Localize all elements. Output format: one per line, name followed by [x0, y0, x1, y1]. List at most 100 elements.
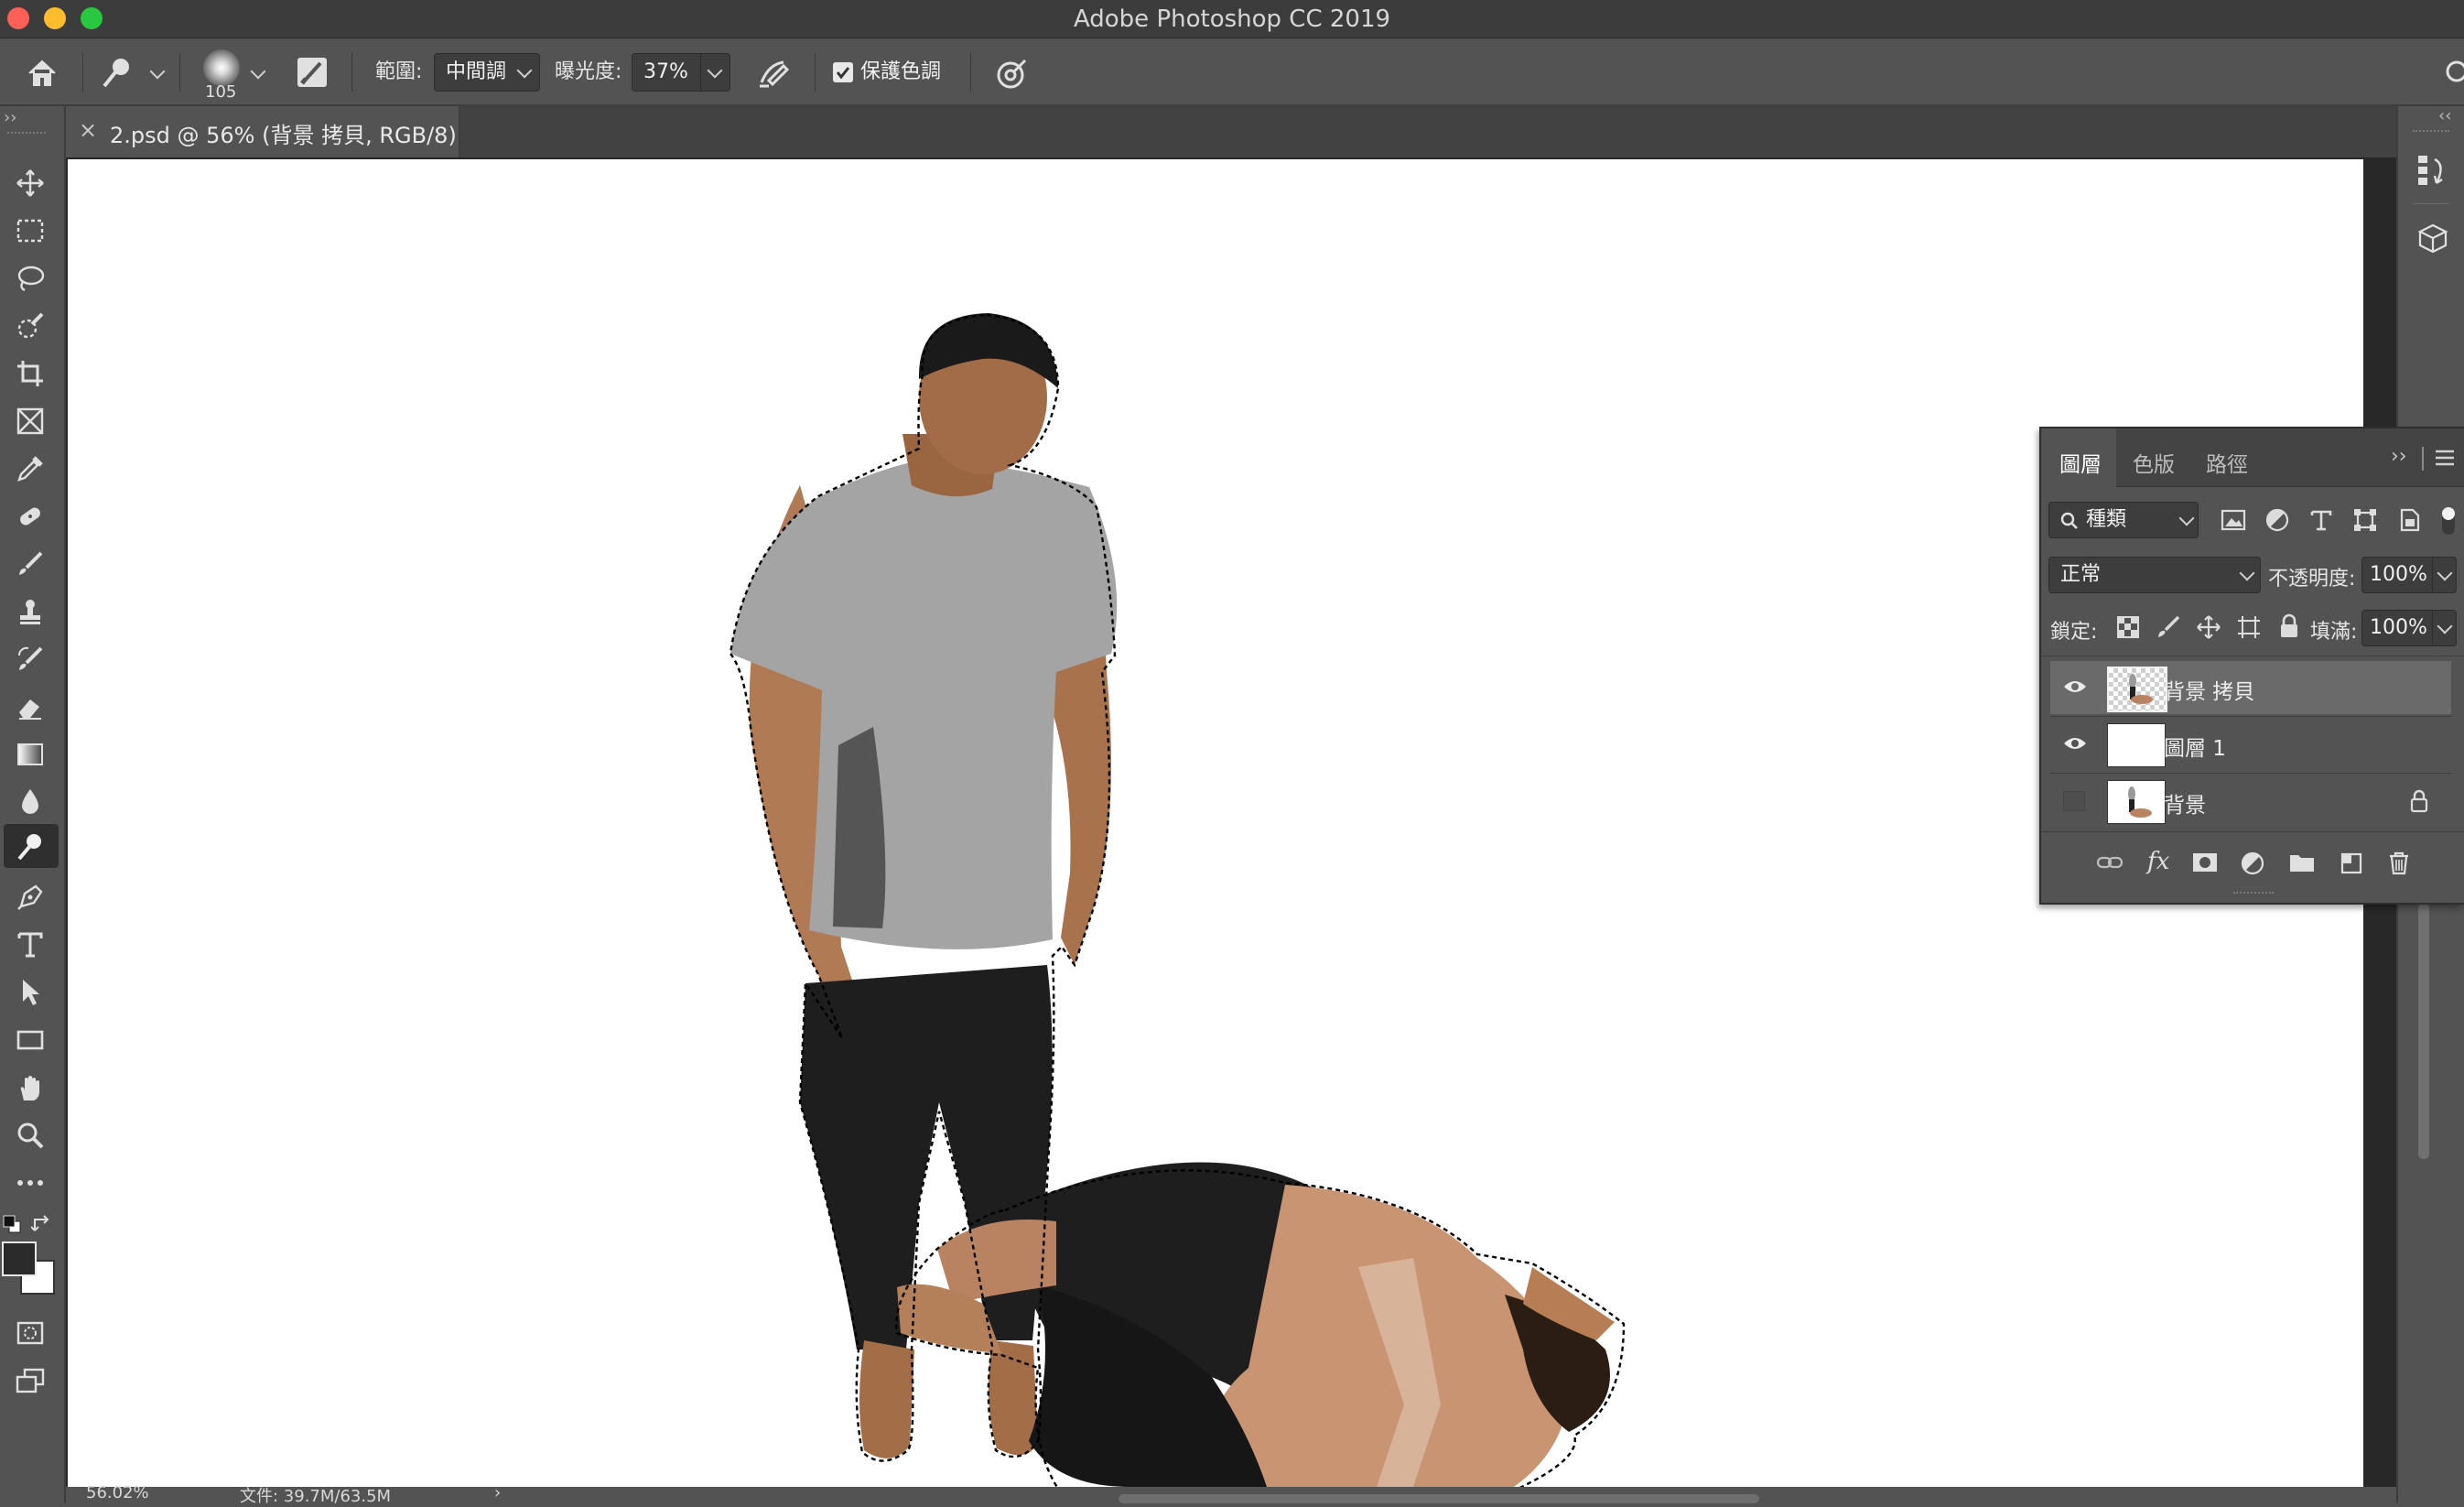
- layer-row-background-copy[interactable]: 背景 拷貝: [2050, 661, 2451, 714]
- exposure-input[interactable]: 37%: [632, 53, 730, 92]
- history-panel-icon[interactable]: [2416, 152, 2449, 189]
- tool-preset-chevron-icon[interactable]: [149, 63, 166, 80]
- layer-name[interactable]: 圖層 1: [2164, 731, 2226, 762]
- status-bar: 56.02% 文件: 39.7M/63.5M ›: [66, 1483, 2396, 1506]
- delete-layer-trash-icon[interactable]: [2387, 851, 2411, 879]
- layer-name[interactable]: 背景 拷貝: [2164, 674, 2254, 705]
- link-layers-icon[interactable]: [2096, 851, 2124, 877]
- new-group-folder-icon[interactable]: [2288, 851, 2316, 877]
- document-tab[interactable]: × 2.psd @ 56% (背景 拷貝, RGB/8): [66, 106, 459, 157]
- airbrush-icon[interactable]: [756, 55, 793, 92]
- swap-colors-icon[interactable]: [30, 1214, 53, 1236]
- quick-mask-icon[interactable]: [7, 1313, 53, 1353]
- toolbar-grip[interactable]: [7, 132, 46, 136]
- search-icon[interactable]: [2440, 57, 2464, 90]
- range-select[interactable]: 中間調: [434, 53, 540, 92]
- layer-row-background[interactable]: 背景: [2050, 775, 2451, 828]
- crop-tool-icon[interactable]: [7, 353, 53, 394]
- status-menu-arrow[interactable]: ›: [494, 1483, 501, 1502]
- eraser-tool-icon[interactable]: [7, 687, 53, 727]
- range-chevron-icon: [516, 62, 533, 79]
- lock-transparent-pixels-icon[interactable]: [2116, 615, 2140, 643]
- move-tool-icon[interactable]: [7, 163, 53, 203]
- panel-menu-icon[interactable]: [2435, 449, 2455, 467]
- tab-paths[interactable]: 路徑: [2206, 447, 2248, 478]
- blur-tool-icon[interactable]: [7, 782, 53, 822]
- brush-preview-icon[interactable]: [203, 49, 240, 86]
- filter-type-layers-icon[interactable]: [2308, 507, 2334, 537]
- tab-layers-label: 圖層: [2059, 453, 2102, 477]
- fill-input[interactable]: 100%: [2361, 610, 2457, 646]
- tab-channels[interactable]: 色版: [2133, 447, 2175, 478]
- lock-position-icon[interactable]: [2197, 615, 2221, 643]
- hand-tool-icon[interactable]: [7, 1068, 53, 1108]
- layer-filter-kind-select[interactable]: 種類: [2048, 502, 2199, 538]
- marquee-tool-icon[interactable]: [7, 211, 53, 251]
- layer-name[interactable]: 背景: [2164, 787, 2206, 819]
- home-icon[interactable]: [24, 55, 60, 92]
- blend-mode-value: 正常: [2060, 563, 2102, 586]
- frame-tool-icon[interactable]: [7, 401, 53, 441]
- brush-picker-chevron-icon[interactable]: [250, 63, 266, 80]
- layer-lock-icon: [2409, 789, 2429, 817]
- document-canvas[interactable]: [68, 159, 2363, 1487]
- lasso-tool-icon[interactable]: [7, 258, 53, 298]
- exposure-chevron-icon: [707, 62, 723, 79]
- expand-tools-icon[interactable]: ››: [4, 108, 16, 127]
- dodge-tool-icon: [17, 834, 41, 861]
- pressure-size-icon[interactable]: [994, 55, 1031, 92]
- zoom-level[interactable]: 56.02%: [86, 1483, 149, 1502]
- horizontal-scrollbar[interactable]: [1119, 1494, 1759, 1503]
- panel-resize-grip[interactable]: [2233, 892, 2274, 897]
- layer-visibility-toggle-empty[interactable]: [2063, 791, 2085, 811]
- pen-tool-icon[interactable]: [7, 877, 53, 917]
- layer-style-fx-icon[interactable]: fx: [2147, 848, 2169, 875]
- rectangle-tool-icon[interactable]: [7, 1020, 53, 1060]
- blend-mode-select[interactable]: 正常: [2048, 557, 2261, 593]
- filter-shape-layers-icon[interactable]: [2352, 507, 2378, 537]
- protect-tones-checkbox[interactable]: [833, 62, 853, 82]
- default-colors-icon[interactable]: [2, 1214, 22, 1234]
- filter-toggle-switch[interactable]: [2438, 505, 2460, 537]
- add-mask-icon[interactable]: [2191, 851, 2219, 877]
- more-tools-icon[interactable]: [7, 1163, 53, 1203]
- layer-visibility-eye-icon[interactable]: [2063, 678, 2087, 699]
- opacity-input[interactable]: 100%: [2361, 557, 2457, 593]
- lock-image-pixels-icon[interactable]: [2156, 615, 2180, 643]
- close-tab-icon[interactable]: ×: [79, 117, 97, 143]
- filter-pixel-layers-icon[interactable]: [2221, 507, 2246, 537]
- type-tool-icon[interactable]: [7, 925, 53, 965]
- eyedropper-tool-icon[interactable]: [7, 449, 53, 489]
- dodge-tool-active[interactable]: [4, 824, 59, 868]
- protect-tones-label: 保護色調: [860, 60, 942, 83]
- layer-thumbnail: [2107, 667, 2167, 712]
- collapse-dock-icon[interactable]: ‹‹: [2438, 106, 2451, 125]
- layer-visibility-eye-icon[interactable]: [2063, 734, 2087, 756]
- vertical-scrollbar[interactable]: [2418, 903, 2429, 1159]
- brush-tool-icon[interactable]: [7, 544, 53, 584]
- gradient-tool-icon[interactable]: [7, 734, 53, 775]
- fill-label: 填滿:: [2310, 621, 2358, 644]
- collapse-panel-icon[interactable]: ››: [2391, 445, 2407, 468]
- zoom-tool-icon[interactable]: [7, 1115, 53, 1155]
- layer-thumbnail: [2107, 780, 2166, 824]
- dock-grip[interactable]: [2413, 130, 2449, 134]
- layer-row-layer-1[interactable]: 圖層 1: [2050, 718, 2451, 771]
- tab-layers[interactable]: 圖層: [2041, 428, 2116, 487]
- new-adjustment-layer-icon[interactable]: [2241, 851, 2264, 879]
- quick-selection-tool-icon[interactable]: [7, 306, 53, 346]
- dodge-tool-preset-icon[interactable]: [99, 53, 135, 93]
- screen-mode-icon[interactable]: [7, 1361, 53, 1401]
- healing-brush-tool-icon[interactable]: [7, 496, 53, 537]
- clone-stamp-tool-icon[interactable]: [7, 591, 53, 632]
- path-selection-tool-icon[interactable]: [7, 972, 53, 1013]
- new-layer-icon[interactable]: [2340, 851, 2363, 879]
- brush-settings-icon[interactable]: [295, 55, 330, 90]
- lock-all-icon[interactable]: [2277, 613, 2301, 643]
- filter-smart-objects-icon[interactable]: [2396, 507, 2422, 537]
- history-brush-tool-icon[interactable]: [7, 639, 53, 679]
- lock-artboard-icon[interactable]: [2237, 615, 2261, 643]
- filter-adjustment-layers-icon[interactable]: [2264, 507, 2290, 537]
- foreground-color-swatch[interactable]: [2, 1241, 37, 1276]
- 3d-panel-icon[interactable]: [2416, 222, 2449, 258]
